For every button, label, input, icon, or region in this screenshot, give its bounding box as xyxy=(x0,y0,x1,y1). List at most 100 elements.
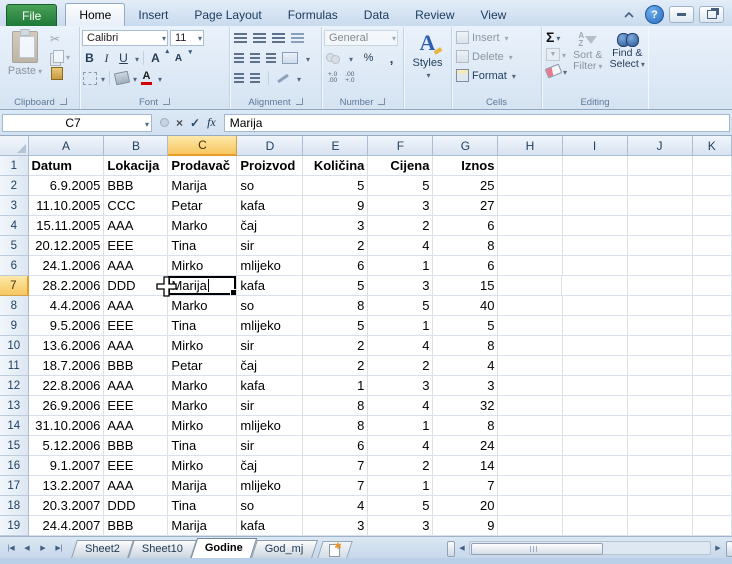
cell-K17[interactable] xyxy=(693,476,732,496)
cell-F6[interactable]: 1 xyxy=(368,256,433,276)
cell-H9[interactable] xyxy=(498,316,562,336)
cell-F18[interactable]: 5 xyxy=(368,496,433,516)
cell-G2[interactable]: 25 xyxy=(433,176,498,196)
cell-K16[interactable] xyxy=(693,456,732,476)
cell-I8[interactable] xyxy=(563,296,628,316)
insert-cells-button[interactable]: Insert xyxy=(456,28,539,47)
row-header-18[interactable]: 18 xyxy=(0,496,29,516)
formula-input[interactable]: Marija xyxy=(224,114,730,132)
autosum-button[interactable]: Σ xyxy=(546,30,567,44)
next-sheet-icon[interactable] xyxy=(36,541,50,555)
cell-F16[interactable]: 2 xyxy=(368,456,433,476)
cell-H10[interactable] xyxy=(498,336,562,356)
help-icon[interactable]: ? xyxy=(645,5,664,24)
cell-B18[interactable]: DDD xyxy=(104,496,168,516)
cell-I3[interactable] xyxy=(563,196,628,216)
cell-F17[interactable]: 1 xyxy=(368,476,433,496)
cell-G13[interactable]: 32 xyxy=(433,396,498,416)
cell-F7[interactable]: 3 xyxy=(368,276,433,296)
cell-H19[interactable] xyxy=(498,516,562,536)
collapse-ribbon-icon[interactable] xyxy=(617,7,640,22)
tab-scroll-splitter[interactable] xyxy=(447,541,455,557)
cell-A5[interactable]: 20.12.2005 xyxy=(29,236,105,256)
cancel-icon[interactable]: × xyxy=(176,116,183,130)
cell-I12[interactable] xyxy=(563,376,628,396)
cell-H16[interactable] xyxy=(498,456,562,476)
cell-E2[interactable]: 5 xyxy=(303,176,368,196)
column-header-J[interactable]: J xyxy=(628,136,693,156)
sheet-tab-godine[interactable]: Godine xyxy=(194,538,254,558)
decrease-indent-icon[interactable] xyxy=(234,73,244,83)
cell-A8[interactable]: 4.4.2006 xyxy=(29,296,105,316)
sort-filter-button[interactable]: AZ Sort &Filter xyxy=(569,28,606,72)
align-top-icon[interactable] xyxy=(234,33,247,43)
cell-K8[interactable] xyxy=(693,296,732,316)
cell-J4[interactable] xyxy=(628,216,693,236)
cell-C12[interactable]: Marko xyxy=(168,376,237,396)
cell-C1[interactable]: Prodavač xyxy=(168,156,237,176)
row-header-4[interactable]: 4 xyxy=(0,216,29,236)
cell-B4[interactable]: AAA xyxy=(104,216,168,236)
format-cells-button[interactable]: Format xyxy=(456,66,539,85)
row-header-16[interactable]: 16 xyxy=(0,456,29,476)
cell-H14[interactable] xyxy=(498,416,562,436)
cell-A12[interactable]: 22.8.2006 xyxy=(29,376,105,396)
cell-J1[interactable] xyxy=(628,156,693,176)
cell-J11[interactable] xyxy=(628,356,693,376)
cell-G14[interactable]: 8 xyxy=(433,416,498,436)
cell-C3[interactable]: Petar xyxy=(168,196,237,216)
cell-B14[interactable]: AAA xyxy=(104,416,168,436)
cell-B2[interactable]: BBB xyxy=(104,176,168,196)
cell-J2[interactable] xyxy=(628,176,693,196)
cell-C18[interactable]: Tina xyxy=(168,496,237,516)
styles-button[interactable]: A Styles xyxy=(407,28,449,81)
cell-B10[interactable]: AAA xyxy=(104,336,168,356)
cell-H5[interactable] xyxy=(498,236,562,256)
cell-J18[interactable] xyxy=(628,496,693,516)
cell-F14[interactable]: 1 xyxy=(368,416,433,436)
merge-center-icon[interactable] xyxy=(282,52,298,64)
decrease-decimal-button[interactable]: .00 +.0 xyxy=(345,72,354,84)
cell-D1[interactable]: Proizvod xyxy=(237,156,303,176)
scrollbar-end-grip[interactable] xyxy=(726,541,732,557)
cell-F2[interactable]: 5 xyxy=(368,176,433,196)
wrap-text-icon[interactable] xyxy=(291,33,304,43)
cell-E19[interactable]: 3 xyxy=(303,516,368,536)
cell-J8[interactable] xyxy=(628,296,693,316)
insert-worksheet-button[interactable]: ✱ xyxy=(320,541,350,558)
cell-G17[interactable]: 7 xyxy=(433,476,498,496)
cell-J14[interactable] xyxy=(628,416,693,436)
cell-H8[interactable] xyxy=(498,296,562,316)
cell-D6[interactable]: mlijeko xyxy=(237,256,303,276)
cell-K12[interactable] xyxy=(693,376,732,396)
delete-cells-button[interactable]: Delete xyxy=(456,47,539,66)
cell-K9[interactable] xyxy=(693,316,732,336)
last-sheet-icon[interactable] xyxy=(52,541,66,555)
cell-I10[interactable] xyxy=(563,336,628,356)
cell-A18[interactable]: 20.3.2007 xyxy=(29,496,105,516)
cell-F3[interactable]: 3 xyxy=(368,196,433,216)
cell-E6[interactable]: 6 xyxy=(303,256,368,276)
percent-style-button[interactable]: % xyxy=(361,50,376,66)
cell-B3[interactable]: CCC xyxy=(104,196,168,216)
format-painter-button[interactable] xyxy=(50,66,70,80)
comma-style-button[interactable]: , xyxy=(384,50,399,66)
cell-A4[interactable]: 15.11.2005 xyxy=(29,216,105,236)
cell-I2[interactable] xyxy=(563,176,628,196)
cell-I6[interactable] xyxy=(563,256,628,276)
cell-J6[interactable] xyxy=(628,256,693,276)
cell-J16[interactable] xyxy=(628,456,693,476)
cell-I13[interactable] xyxy=(563,396,628,416)
ribbon-tab-page-layout[interactable]: Page Layout xyxy=(181,3,274,26)
align-middle-icon[interactable] xyxy=(253,33,266,43)
insert-function-icon[interactable]: fx xyxy=(207,115,216,130)
cell-D5[interactable]: sir xyxy=(237,236,303,256)
cell-K2[interactable] xyxy=(693,176,732,196)
row-header-1[interactable]: 1 xyxy=(0,156,29,176)
cell-A1[interactable]: Datum xyxy=(29,156,105,176)
cell-K1[interactable] xyxy=(693,156,732,176)
cell-A3[interactable]: 11.10.2005 xyxy=(29,196,105,216)
hscroll-left-icon[interactable] xyxy=(456,541,468,555)
column-header-A[interactable]: A xyxy=(29,136,105,156)
column-header-C[interactable]: C xyxy=(168,136,237,156)
